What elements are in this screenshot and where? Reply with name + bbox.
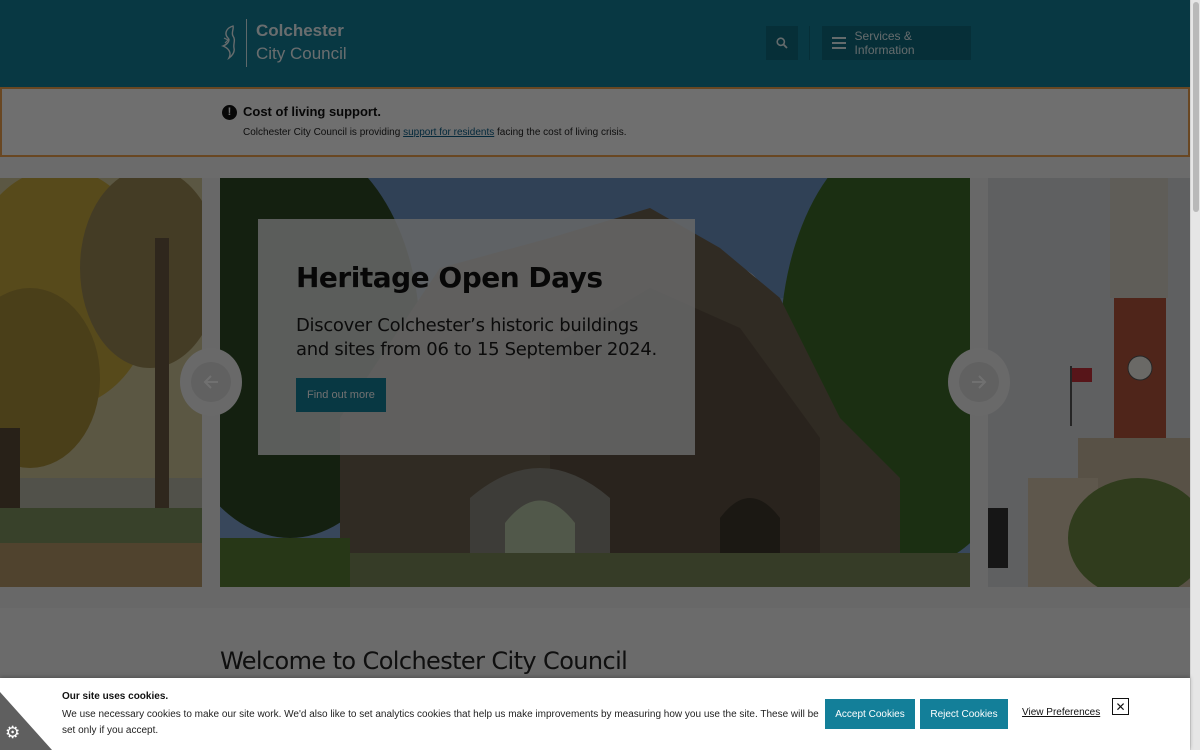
carousel-slide-active: Heritage Open Days Discover Colchester’s…	[220, 178, 970, 587]
site-header: Colchester City Council Services & Infor…	[0, 0, 1190, 87]
services-menu-label: Services & Information	[854, 29, 915, 57]
cookie-settings-button[interactable]: ⚙	[0, 692, 58, 750]
view-preferences-link[interactable]: View Preferences	[1022, 707, 1100, 718]
search-button[interactable]	[766, 26, 798, 60]
support-for-residents-link[interactable]: support for residents	[403, 127, 494, 138]
gear-icon: ⚙	[5, 723, 21, 742]
scrollbar-thumb[interactable]	[1193, 2, 1199, 212]
town-hall-image	[988, 178, 1190, 587]
page: Colchester City Council Services & Infor…	[0, 0, 1190, 750]
logo-text: Colchester City Council	[256, 20, 347, 66]
carousel-prev-button[interactable]	[180, 348, 242, 416]
carousel-next-button[interactable]	[948, 348, 1010, 416]
hero-panel: Heritage Open Days Discover Colchester’s…	[258, 219, 695, 455]
hero-carousel: Heritage Open Days Discover Colchester’s…	[0, 178, 1190, 608]
alert-text-before: Colchester City Council is providing	[243, 127, 404, 138]
castle-crest-icon	[220, 25, 236, 61]
logo-divider	[246, 19, 247, 67]
services-menu-button[interactable]: Services & Information	[822, 26, 971, 60]
carousel-slide-previous[interactable]	[0, 178, 202, 587]
close-icon[interactable]: ✕	[1112, 698, 1129, 715]
cookie-banner-text: We use necessary cookies to make our sit…	[62, 709, 819, 736]
reject-cookies-button[interactable]: Reject Cookies	[920, 699, 1008, 729]
search-icon	[776, 37, 788, 49]
header-separator	[809, 26, 810, 60]
alert-text: Colchester City Council is providing sup…	[243, 127, 627, 138]
cost-of-living-alert: ! Cost of living support. Colchester Cit…	[0, 87, 1190, 157]
page-scrollbar[interactable]	[1190, 0, 1200, 750]
carousel-slide-next[interactable]	[988, 178, 1190, 587]
logo-line-2: City Council	[256, 44, 347, 63]
hamburger-icon	[832, 37, 846, 49]
cookie-banner-title: Our site uses cookies.	[62, 691, 169, 702]
autumn-trees-image	[0, 178, 202, 587]
hero-title: Heritage Open Days	[296, 261, 603, 294]
council-logo[interactable]: Colchester City Council	[220, 18, 380, 68]
logo-line-1: Colchester	[256, 21, 344, 40]
accept-cookies-button[interactable]: Accept Cookies	[825, 699, 915, 729]
alert-text-after: facing the cost of living crisis.	[494, 127, 627, 138]
arrow-right-icon	[972, 375, 987, 389]
hero-description: Discover Colchester’s historic buildings…	[296, 315, 657, 360]
arrow-left-icon	[203, 375, 218, 389]
welcome-heading: Welcome to Colchester City Council	[220, 647, 628, 675]
cookie-banner: Our site uses cookies. We use necessary …	[0, 678, 1190, 750]
alert-title: Cost of living support.	[243, 104, 381, 119]
exclamation-circle-icon: !	[222, 105, 237, 120]
find-out-more-button[interactable]: Find out more	[296, 378, 386, 412]
